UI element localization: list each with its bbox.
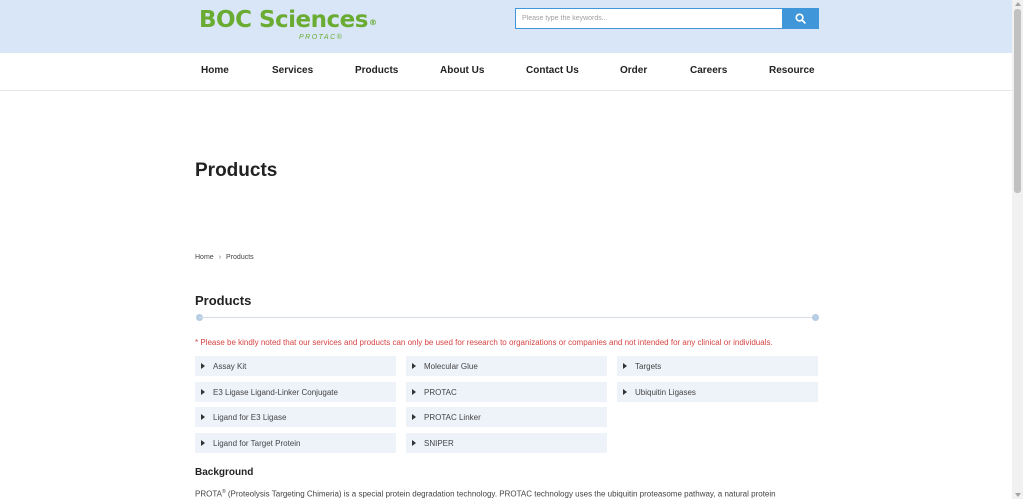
nav-careers[interactable]: Careers	[690, 65, 727, 76]
caret-right-icon	[623, 389, 627, 395]
vertical-scrollbar[interactable]	[1012, 0, 1023, 499]
search-input[interactable]	[515, 8, 782, 29]
page-title: Products	[195, 160, 278, 181]
category-label: Targets	[635, 361, 662, 371]
category-label: Ligand for Target Protein	[213, 438, 301, 448]
category-molecular-glue[interactable]: Molecular Glue	[406, 356, 607, 376]
divider-dot-right	[812, 314, 819, 321]
nav-contact-us[interactable]: Contact Us	[526, 65, 579, 76]
nav-order[interactable]: Order	[620, 65, 647, 76]
caret-right-icon	[201, 414, 205, 420]
nav-services[interactable]: Services	[272, 65, 313, 76]
category-protac-linker[interactable]: PROTAC Linker	[406, 407, 607, 427]
scroll-thumb[interactable]	[1014, 9, 1021, 193]
caret-right-icon	[201, 440, 205, 446]
background-text: PROTA® (Proteolysis Targeting Chimeria) …	[195, 489, 776, 499]
nav-home[interactable]: Home	[201, 65, 229, 76]
category-ligand-for-target-protein[interactable]: Ligand for Target Protein	[195, 433, 396, 453]
caret-right-icon	[412, 440, 416, 446]
nav-products[interactable]: Products	[355, 65, 398, 76]
search-bar	[515, 8, 819, 29]
category-label: E3 Ligase Ligand-Linker Conjugate	[213, 387, 338, 397]
breadcrumb: Home › Products	[195, 254, 254, 261]
category-label: Assay Kit	[213, 361, 247, 371]
caret-right-icon	[201, 389, 205, 395]
category-label: Ubiquitin Ligases	[635, 387, 696, 397]
breadcrumb-current: Products	[226, 254, 254, 261]
category-ligand-for-e3-ligase[interactable]: Ligand for E3 Ligase	[195, 407, 396, 427]
category-label: Ligand for E3 Ligase	[213, 412, 287, 422]
category-e3-ligase-ligand-linker[interactable]: E3 Ligase Ligand-Linker Conjugate	[195, 382, 396, 402]
research-notice: * Please be kindly noted that our servic…	[195, 338, 773, 347]
category-label: Molecular Glue	[424, 361, 478, 371]
search-button[interactable]	[782, 8, 819, 29]
category-protac[interactable]: PROTAC	[406, 382, 607, 402]
logo[interactable]: BOC Sciences® PROTAC®	[199, 7, 377, 45]
section-title: Products	[195, 293, 252, 308]
nav-about-us[interactable]: About Us	[440, 65, 484, 76]
top-header: BOC Sciences® PROTAC®	[0, 0, 1012, 53]
category-assay-kit[interactable]: Assay Kit	[195, 356, 396, 376]
caret-right-icon	[201, 363, 205, 369]
category-sniper[interactable]: SNIPER	[406, 433, 607, 453]
background-title: Background	[195, 467, 254, 478]
caret-right-icon	[412, 389, 416, 395]
section-divider	[199, 317, 816, 318]
caret-right-icon	[412, 363, 416, 369]
logo-text: BOC Sciences®	[199, 7, 377, 33]
category-label: SNIPER	[424, 438, 454, 448]
category-targets[interactable]: Targets	[617, 356, 818, 376]
category-label: PROTAC	[424, 387, 457, 397]
category-label: PROTAC Linker	[424, 412, 481, 422]
main-nav: Home Services Products About Us Contact …	[0, 53, 1012, 91]
scroll-up-arrow-icon[interactable]	[1015, 2, 1021, 6]
breadcrumb-separator: ›	[218, 254, 222, 261]
caret-right-icon	[412, 414, 416, 420]
scroll-down-arrow-icon[interactable]	[1015, 493, 1021, 497]
caret-right-icon	[623, 363, 627, 369]
search-icon	[795, 13, 806, 24]
nav-resource[interactable]: Resource	[769, 65, 815, 76]
category-ubiquitin-ligases[interactable]: Ubiquitin Ligases	[617, 382, 818, 402]
breadcrumb-home[interactable]: Home	[195, 254, 214, 261]
logo-subtitle: PROTAC®	[299, 34, 344, 41]
